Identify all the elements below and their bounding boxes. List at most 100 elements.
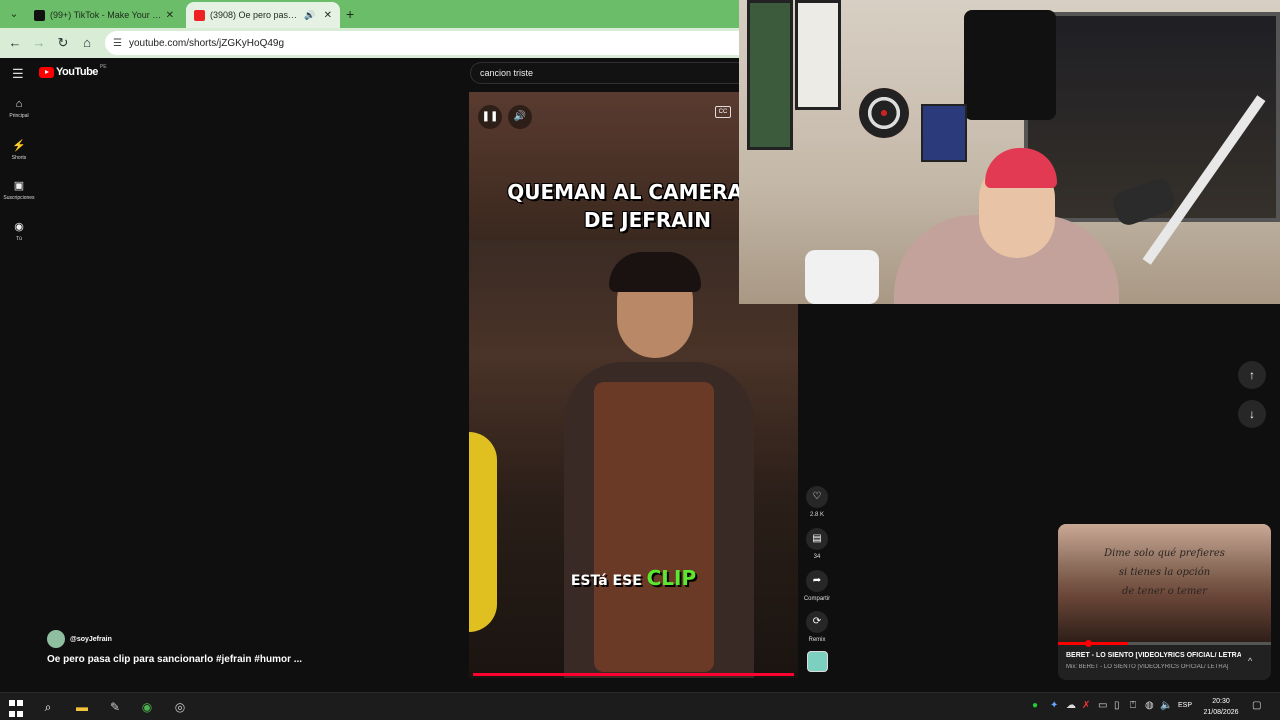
framed-photo (747, 0, 793, 150)
remix-icon: ⟳ (806, 611, 828, 633)
nav-label: Tú (16, 236, 22, 242)
obs-icon[interactable]: ◎ (172, 699, 188, 715)
nav-suscripciones[interactable]: ▣ Suscripciones (0, 179, 38, 201)
shorts-icon: ⚡ (12, 140, 26, 152)
battery-icon[interactable]: ▯ (1114, 700, 1120, 711)
windows-start-icon[interactable] (8, 699, 24, 717)
captions-icon[interactable]: CC (715, 106, 731, 118)
youtube-logo[interactable]: YouTube PE (39, 64, 107, 78)
previous-short-arrow-up-icon[interactable]: ↑ (1238, 361, 1266, 389)
reload-icon[interactable]: ↻ (54, 34, 72, 52)
video-person-hair (609, 252, 701, 292)
like-button[interactable]: ♡ 2.8 K (802, 486, 832, 518)
avatar[interactable] (47, 630, 65, 648)
tray-app-icon[interactable]: ● (1032, 700, 1038, 711)
sound-thumbnail[interactable] (807, 651, 828, 672)
chrome-icon[interactable]: ◉ (139, 699, 155, 715)
microphone-icon[interactable]: ⍞ (1130, 700, 1136, 711)
logo-text: YouTube (56, 66, 98, 78)
subtitle-white: ESTá ESE (570, 573, 647, 589)
hamburger-menu-icon[interactable]: ☰ (12, 66, 24, 82)
tab-youtube[interactable]: (3908) Oe pero pasa clip pa 🔊 ✕ (186, 2, 340, 28)
search-icon[interactable]: ⌕ (40, 699, 56, 715)
expand-chevron-up-icon[interactable]: ^ (1248, 656, 1252, 666)
hanging-shirt (964, 10, 1056, 120)
tray-app-icon[interactable]: ◍ (1145, 700, 1154, 711)
notifications-icon[interactable]: ▢ (1252, 700, 1261, 711)
address-text: youtube.com/shorts/jZGKyHoQ49g (128, 37, 285, 49)
volume-icon[interactable]: 🔊 (508, 105, 532, 129)
comments-button[interactable]: ▤ 34 (802, 528, 832, 560)
subscriptions-icon: ▣ (13, 180, 25, 192)
tiktok-icon (34, 9, 45, 21)
app-icon[interactable]: ✎ (107, 699, 123, 715)
pause-icon[interactable]: ❚❚ (478, 105, 502, 129)
nav-shorts[interactable]: ⚡ Shorts (0, 139, 38, 161)
screen: ⌄ (99+) TikTok - Make Your Day ✕ (3908) … (0, 0, 1280, 720)
mini-player-subtitle: Mix: BERET - LO SIENTO [VIDEOLYRICS OFIC… (1066, 664, 1229, 670)
mini-player[interactable]: Dime solo qué prefieres si tienes la opc… (1058, 524, 1271, 680)
like-count: 2.8 K (809, 512, 824, 518)
youtube-play-icon (39, 66, 54, 78)
webcam-overlay (739, 0, 1280, 304)
tab-title: (3908) Oe pero pasa clip pa (210, 10, 301, 20)
video-yellow-shirt (469, 432, 497, 632)
comment-count: 34 (813, 554, 821, 560)
mini-progress-remaining[interactable] (1128, 642, 1271, 645)
like-icon: ♡ (806, 486, 828, 508)
site-info-icon[interactable]: ☰ (113, 38, 122, 49)
clock[interactable]: 20:30 21/08/2026 (1198, 696, 1244, 718)
close-tab-icon[interactable]: ✕ (166, 10, 174, 21)
tab-tiktok[interactable]: (99+) TikTok - Make Your Day ✕ (26, 2, 182, 28)
share-button[interactable]: ➦ Compartir (798, 570, 836, 602)
tab-search-chevron-icon[interactable]: ⌄ (6, 6, 22, 22)
address-bar[interactable]: ☰ youtube.com/shorts/jZGKyHoQ49g (105, 31, 745, 55)
nav-label: Shorts (11, 155, 27, 161)
file-explorer-icon[interactable]: ▬ (74, 699, 90, 715)
channel-name[interactable]: @soyJefrain (70, 636, 112, 643)
subtitle-green: CLIP (646, 566, 697, 590)
user-icon: ◉ (14, 221, 24, 233)
close-tab-icon[interactable]: ✕ (324, 10, 332, 21)
next-short-arrow-down-icon[interactable]: ↓ (1238, 400, 1266, 428)
poster (921, 104, 967, 162)
video-subtitle: ESTá ESE CLIP (469, 566, 798, 590)
tray-app-icon[interactable]: ✗ (1082, 700, 1090, 711)
channel-info[interactable]: @soyJefrain (47, 630, 112, 648)
taskbar: ⌕ ▬ ✎ ◉ ◎ ● ✦ ☁ ✗ ▭ ▯ ⍞ ◍ 🔈 ESP 20:30 21… (0, 692, 1280, 720)
remix-button[interactable]: ⟳ Remix (802, 611, 832, 643)
nav-tu[interactable]: ◉ Tú (0, 220, 38, 242)
tray-app-icon[interactable]: ✦ (1050, 700, 1058, 711)
mini-player-lyric: Dime solo qué prefieres si tienes la opc… (1104, 548, 1225, 597)
nav-label: Principal (9, 113, 29, 119)
new-tab-icon[interactable]: + (346, 6, 354, 22)
tab-title: (99+) TikTok - Make Your Day (50, 10, 162, 20)
dartboard (859, 88, 909, 138)
mini-progress-played[interactable] (1058, 642, 1128, 645)
youtube-icon (194, 9, 205, 21)
video-title[interactable]: Oe pero pasa clip para sancionarlo #jefr… (47, 654, 302, 665)
nav-principal[interactable]: ⌂ Principal (0, 98, 38, 119)
forward-icon[interactable]: → (30, 34, 48, 52)
video-progress-bar[interactable] (473, 673, 794, 676)
speaker-icon[interactable]: 🔊 (304, 10, 315, 21)
mini-progress-knob[interactable] (1085, 640, 1092, 647)
tray-app-icon[interactable]: ☁ (1066, 700, 1076, 711)
share-icon: ➦ (806, 570, 828, 592)
volume-icon[interactable]: 🔈 (1160, 700, 1172, 711)
home-icon[interactable]: ⌂ (78, 34, 96, 52)
remix-label: Remix (808, 637, 826, 643)
tray-app-icon[interactable]: ▭ (1098, 700, 1107, 711)
back-icon[interactable]: ← (6, 34, 24, 52)
tab-strip: ⌄ (99+) TikTok - Make Your Day ✕ (3908) … (0, 0, 740, 28)
nav-label: Suscripciones (3, 195, 35, 201)
search-input[interactable]: cancion triste (470, 62, 745, 84)
comment-icon: ▤ (806, 528, 828, 550)
country-code: PE (99, 64, 107, 70)
home-icon: ⌂ (15, 98, 23, 110)
share-label: Compartir (803, 596, 831, 602)
language-indicator[interactable]: ESP (1178, 702, 1192, 709)
clock-date: 21/08/2026 (1203, 709, 1239, 716)
clock-time: 20:30 (1212, 698, 1230, 705)
mini-player-title: BERET - LO SIENTO [VIDEOLYRICS OFICIAL/ … (1066, 652, 1241, 659)
